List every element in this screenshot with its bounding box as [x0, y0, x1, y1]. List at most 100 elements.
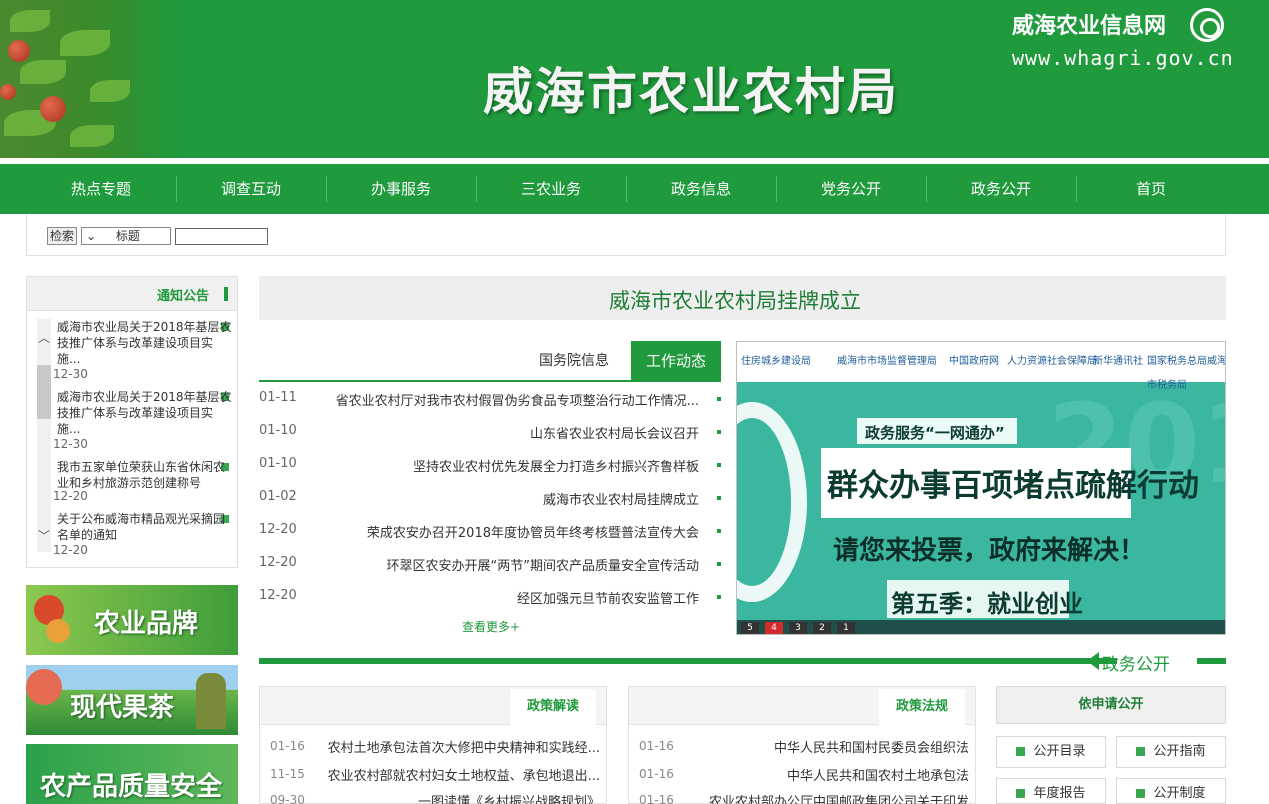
banner-label: 农产品质量安全 [40, 772, 223, 802]
nav-services[interactable]: 办事服务 [326, 164, 476, 214]
logo-name[interactable]: 威海农业信息网 [1012, 8, 1166, 40]
slide-page-1[interactable]: 1 [837, 622, 855, 634]
chevron-down-icon: ⌄ [86, 229, 97, 243]
row-date: 01-16 [639, 793, 674, 804]
panel-header: 政策解读 [260, 687, 606, 725]
nav-gov-info[interactable]: 政务信息 [626, 164, 776, 214]
news-title[interactable]: 威海市农业农村局挂牌成立 [313, 489, 713, 508]
news-item[interactable]: 01-10 山东省农业农村局长会议召开 [259, 423, 721, 443]
search-field-select[interactable]: ⌄ 标题 [81, 227, 171, 245]
search-input[interactable] [175, 228, 268, 245]
news-date: 01-02 [259, 489, 297, 504]
headline-box: 威海市农业农村局挂牌成立 [259, 276, 1226, 320]
slide-headline: 群众办事百项堵点疏解行动 [827, 468, 1199, 504]
bullet-icon [717, 397, 721, 401]
notice-title: 通知公告 [157, 289, 210, 304]
search-select-value: 标题 [115, 229, 140, 243]
open-rules-button[interactable]: 公开制度 [1116, 778, 1226, 804]
open-guide-button[interactable]: 公开指南 [1116, 736, 1226, 768]
button-label: 公开指南 [1153, 744, 1206, 759]
slide-org: 威海市市场监督管理局 [837, 356, 937, 367]
notice-header: 通知公告 [27, 277, 237, 311]
news-item[interactable]: 12-20 荣成农安办召开2018年度协管员年终考核暨普法宣传大会 [259, 522, 721, 542]
banner-quality-safety[interactable]: 农产品质量安全 [26, 744, 238, 804]
row-date: 01-16 [639, 767, 674, 781]
slide-org: 国家税务总局威海市税务局 [1147, 356, 1226, 391]
nav-party-affairs[interactable]: 党务公开 [776, 164, 926, 214]
nav-agriculture[interactable]: 三农业务 [476, 164, 626, 214]
section-title[interactable]: 政务公开 [1102, 650, 1170, 675]
slide-org-strip: 国家税务总局威海市税务局 新华通讯社 人力资源社会保障局 中国政府网 威海市市场… [737, 342, 1226, 391]
page: 威海市农业农村局 威海农业信息网 www.whagri.gov.cn 首页 政务… [0, 0, 1269, 804]
chevron-up-icon[interactable]: ︿ [37, 329, 51, 346]
open-catalog-button[interactable]: 公开目录 [996, 736, 1106, 768]
news-item[interactable]: 12-20 经区加强元旦节前农安监管工作 [259, 588, 721, 608]
notice-scroll-thumb[interactable] [37, 365, 51, 419]
annual-report-button[interactable]: 年度报告 [996, 778, 1106, 804]
main-nav: 首页 政务公开 党务公开 政务信息 三农业务 办事服务 调查互动 热点专题 [0, 164, 1269, 214]
nav-hot-topics[interactable]: 热点专题 [26, 164, 176, 214]
slide-org: 中国政府网 [949, 356, 999, 367]
nav-home[interactable]: 首页 [1076, 164, 1226, 214]
row-date: 11-15 [270, 767, 305, 781]
notice-date: 12-30 [53, 437, 88, 451]
notice-item[interactable]: 我市五家单位荣获山东省休闲农业和乡村旅游示范创建称号 [57, 459, 232, 491]
news-title[interactable]: 省农业农村厅对我市农村假冒伪劣食品专项整治行动工作情况... [313, 390, 713, 409]
law-row[interactable]: 中华人民共和国农村土地承包法 [685, 765, 969, 784]
section-rule [259, 658, 1117, 664]
banner-label: 农业品牌 [94, 609, 199, 639]
news-title[interactable]: 经区加强元旦节前农安监管工作 [313, 588, 713, 607]
news-item[interactable]: 12-20 环翠区农安办开展“两节”期间农产品质量安全宣传活动 [259, 555, 721, 575]
law-row[interactable]: 中华人民共和国村民委员会组织法 [685, 737, 969, 756]
news-item[interactable]: 01-02 威海市农业农村局挂牌成立 [259, 489, 721, 509]
news-item[interactable]: 01-10 坚持农业农村优先发展全力打造乡村振兴齐鲁样板 [259, 456, 721, 476]
more-link[interactable]: 查看更多+ [462, 618, 520, 635]
tab-work-news[interactable]: 工作动态 [631, 341, 721, 381]
law-row[interactable]: 农业农村部办公厅中国邮政集团公司关于印发 [685, 791, 969, 804]
featured-slideshow[interactable]: 国家税务总局威海市税务局 新华通讯社 人力资源社会保障局 中国政府网 威海市市场… [736, 341, 1226, 635]
news-title[interactable]: 坚持农业农村优先发展全力打造乡村振兴齐鲁样板 [313, 456, 713, 475]
banner-agri-brand[interactable]: 农业品牌 [26, 585, 238, 655]
news-title[interactable]: 山东省农业农村局长会议召开 [313, 423, 713, 442]
bullet-icon [717, 463, 721, 467]
slide-page-5[interactable]: 5 [741, 622, 759, 634]
news-title[interactable]: 环翠区农安办开展“两节”期间农产品质量安全宣传活动 [313, 555, 713, 574]
headline-link[interactable]: 威海市农业农村局挂牌成立 [609, 285, 861, 315]
banner-modern-fruit-tea[interactable]: 现代果茶 [26, 665, 238, 735]
slide-decoration [737, 402, 807, 602]
tab-policy-law[interactable]: 政策法规 [879, 689, 965, 725]
slide-page-4[interactable]: 4 [765, 622, 783, 634]
button-label: 公开目录 [1033, 744, 1086, 759]
notice-scrollbar[interactable] [37, 319, 51, 552]
news-date: 01-10 [259, 423, 297, 438]
policy-interp-panel: 政策解读 01-16 农村土地承包法首次大修把中央精神和实践经... 11-15… [259, 686, 607, 804]
notice-item[interactable]: 关于公布威海市精品观光采摘园名单的通知 [57, 511, 232, 543]
plus-icon [1136, 747, 1146, 756]
news-date: 12-20 [259, 522, 297, 537]
nav-gov-affairs[interactable]: 政务公开 [926, 164, 1076, 214]
logo-icon [1190, 8, 1224, 42]
open-request-header[interactable]: 依申请公开 [996, 686, 1226, 724]
notice-panel: 通知公告 ︿ ﹀ 威海市农业局关于2018年基层农技推广体系与改革建设项目实施.… [26, 276, 238, 568]
policy-row[interactable]: 农村土地承包法首次大修把中央精神和实践经... [316, 737, 600, 756]
site-header: 威海市农业农村局 威海农业信息网 www.whagri.gov.cn [0, 0, 1269, 158]
logo-url[interactable]: www.whagri.gov.cn [1012, 46, 1234, 70]
apple-orchard-photo [0, 0, 180, 158]
news-title[interactable]: 荣成农安办召开2018年度协管员年终考核暨普法宣传大会 [313, 522, 713, 541]
notice-item[interactable]: 威海市农业局关于2018年基层农技推广体系与改革建设项目实施... [57, 389, 232, 437]
banner-label: 现代果茶 [70, 693, 175, 723]
plus-icon [1136, 789, 1146, 798]
tab-state-council[interactable]: 国务院信息 [529, 341, 619, 381]
policy-row[interactable]: 农业农村部就农村妇女土地权益、承包地退出... [316, 765, 600, 784]
search-button[interactable]: 检索 [47, 227, 77, 245]
panel-header: 政策法规 [629, 687, 975, 725]
chevron-down-icon[interactable]: ﹀ [37, 527, 51, 544]
tab-policy-interp[interactable]: 政策解读 [510, 689, 596, 725]
news-item[interactable]: 01-11 省农业农村厅对我市农村假冒伪劣食品专项整治行动工作情况... [259, 390, 721, 410]
notice-item[interactable]: 威海市农业局关于2018年基层农技推广体系与改革建设项目实施... [57, 319, 232, 367]
nav-survey[interactable]: 调查互动 [176, 164, 326, 214]
slide-page-2[interactable]: 2 [813, 622, 831, 634]
slide-page-3[interactable]: 3 [789, 622, 807, 634]
policy-row[interactable]: 一图读懂《乡村振兴战略规划》 [316, 791, 600, 804]
bullet-icon [717, 430, 721, 434]
